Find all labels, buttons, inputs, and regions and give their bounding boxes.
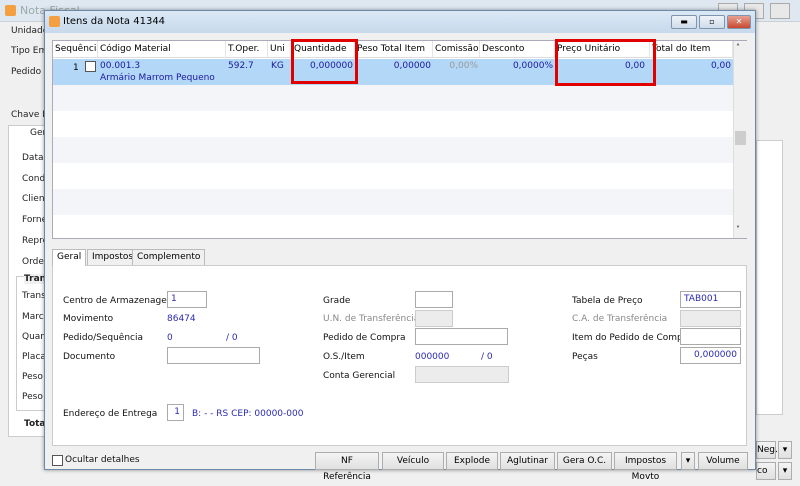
empty-row bbox=[53, 137, 733, 163]
parent-label: Data bbox=[22, 153, 44, 163]
grade-input[interactable] bbox=[415, 291, 453, 308]
parent-label: Pedido bbox=[11, 67, 42, 77]
ocultar-detalhes-checkbox[interactable] bbox=[52, 455, 63, 466]
gera-oc-button[interactable]: Gera O.C. bbox=[557, 452, 612, 470]
tab-impostos[interactable]: Impostos bbox=[87, 249, 139, 265]
label-os-item: O.S./Item bbox=[323, 352, 365, 362]
cell-comissao: 0,00% bbox=[449, 61, 478, 71]
parent-neg-button[interactable]: Neg. bbox=[756, 441, 778, 459]
ocultar-detalhes-label[interactable]: Ocultar detalhes bbox=[65, 455, 140, 465]
ca-transferencia-input bbox=[680, 310, 741, 327]
label-grade: Grade bbox=[323, 296, 351, 306]
label-un-transferencia: U.N. de Transferência bbox=[323, 314, 420, 324]
cell-descricao: Armário Marrom Pequeno bbox=[100, 73, 215, 83]
label-pecas: Peças bbox=[572, 352, 598, 362]
items-dialog: Itens da Nota 41344 ▬ ▫ ✕ Sequência Códi… bbox=[44, 10, 756, 482]
empty-row bbox=[53, 85, 733, 111]
explode-button[interactable]: Explode bbox=[446, 452, 498, 470]
cell-toper: 592.7 bbox=[228, 61, 254, 71]
endereco-value: B: - - RS CEP: 00000-000 bbox=[192, 409, 304, 419]
parent-dropdown-button[interactable]: ▾ bbox=[778, 441, 792, 459]
dialog-title-bar: Itens da Nota 41344 ▬ ▫ ✕ bbox=[45, 11, 755, 33]
pedido-value: 0 bbox=[167, 333, 173, 343]
parent-label: Tota bbox=[24, 419, 46, 429]
column-header-codigo[interactable]: Código Material bbox=[98, 41, 226, 58]
movimento-value: 86474 bbox=[167, 314, 196, 324]
un-transferencia-input bbox=[415, 310, 453, 327]
cell-desconto: 0,0000% bbox=[512, 61, 553, 71]
scrollbar-thumb[interactable] bbox=[735, 131, 746, 145]
row-checkbox[interactable] bbox=[85, 61, 96, 72]
parent-group-title: Tran bbox=[24, 274, 47, 284]
cell-sequencia: 1 bbox=[73, 63, 79, 73]
centro-input[interactable]: 1 bbox=[167, 291, 207, 308]
pecas-input[interactable]: 0,000000 bbox=[680, 347, 741, 364]
app-icon bbox=[5, 5, 16, 16]
label-ca-transferencia: C.A. de Transferência bbox=[572, 314, 668, 324]
aglutinar-button[interactable]: Aglutinar bbox=[500, 452, 555, 470]
column-header-total[interactable]: Total do Item bbox=[650, 41, 733, 58]
pedido-compra-input[interactable] bbox=[415, 328, 508, 345]
label-pedido-sequencia: Pedido/Sequência bbox=[63, 333, 143, 343]
dialog-title: Itens da Nota 41344 bbox=[63, 16, 166, 27]
column-header-comissao[interactable]: Comissão bbox=[433, 41, 480, 58]
parent-close-button[interactable] bbox=[770, 3, 790, 19]
cell-total: 0,00 bbox=[710, 61, 731, 71]
endereco-input[interactable]: 1 bbox=[167, 404, 184, 421]
cell-codigo: 00.001.3 bbox=[100, 61, 141, 71]
tabela-preco-input[interactable]: TAB001 bbox=[680, 291, 741, 308]
os-value: 000000 bbox=[415, 352, 450, 362]
parent-right-panel bbox=[756, 140, 783, 415]
label-tabela-preco: Tabela de Preço bbox=[572, 296, 643, 306]
parent-dropdown-button[interactable]: ▾ bbox=[778, 462, 792, 480]
label-documento: Documento bbox=[63, 352, 116, 362]
parent-label: Unidade bbox=[11, 26, 49, 36]
parent-label: Quan bbox=[22, 332, 47, 342]
highlight-preco bbox=[555, 39, 656, 86]
item-pedido-compra-input[interactable] bbox=[680, 328, 741, 345]
sequencia-value: / 0 bbox=[226, 333, 238, 343]
app-icon bbox=[49, 16, 60, 27]
minimize-button[interactable]: ▬ bbox=[671, 15, 697, 29]
impostos-movto-button[interactable]: Impostos Movto bbox=[614, 452, 677, 482]
column-header-sequencia[interactable]: Sequência bbox=[53, 41, 98, 58]
label-endereco: Endereço de Entrega bbox=[63, 409, 158, 419]
column-header-uni[interactable]: Uni bbox=[268, 41, 292, 58]
close-button[interactable]: ✕ bbox=[727, 15, 751, 29]
empty-row bbox=[53, 189, 733, 215]
maximize-button[interactable]: ▫ bbox=[699, 15, 725, 29]
scroll-down-icon[interactable]: ˅ bbox=[736, 225, 740, 234]
label-centro: Centro de Armazenagem bbox=[63, 296, 176, 306]
column-header-peso[interactable]: Peso Total Item bbox=[355, 41, 433, 58]
parent-label: Placa bbox=[22, 352, 46, 362]
more-dropdown-button[interactable]: ▾ bbox=[681, 452, 695, 470]
nf-referencia-button[interactable]: NF Referência bbox=[315, 452, 379, 482]
documento-input[interactable] bbox=[167, 347, 260, 364]
cell-peso: 0,00000 bbox=[393, 61, 431, 71]
parent-label: Peso bbox=[22, 372, 43, 382]
column-header-desconto[interactable]: Desconto bbox=[480, 41, 555, 58]
cell-uni: KG bbox=[271, 61, 284, 71]
tab-complemento[interactable]: Complemento bbox=[132, 249, 206, 265]
veiculo-button[interactable]: Veículo bbox=[382, 452, 444, 470]
label-pedido-compra: Pedido de Compra bbox=[323, 333, 406, 343]
label-item-pedido-compra: Item do Pedido de Compra bbox=[572, 333, 692, 343]
volume-button[interactable]: Volume bbox=[698, 452, 748, 470]
vertical-scrollbar[interactable]: ˄ ˅ bbox=[733, 41, 747, 238]
label-movimento: Movimento bbox=[63, 314, 114, 324]
label-conta-gerencial: Conta Gerencial bbox=[323, 371, 396, 381]
column-header-toper[interactable]: T.Oper. bbox=[226, 41, 268, 58]
scroll-up-icon[interactable]: ˄ bbox=[736, 43, 740, 52]
tab-panel-geral: Centro de Armazenagem 1 Movimento 86474 … bbox=[52, 265, 747, 446]
tab-geral[interactable]: Geral bbox=[52, 249, 87, 266]
os-item-value: / 0 bbox=[481, 352, 493, 362]
conta-gerencial-input bbox=[415, 366, 509, 383]
parent-button[interactable]: co bbox=[756, 462, 776, 480]
parent-label: Peso bbox=[22, 392, 43, 402]
parent-label: Trans bbox=[22, 291, 46, 301]
highlight-quantidade bbox=[291, 39, 358, 84]
items-grid[interactable]: Sequência Código Material T.Oper. Uni Qu… bbox=[52, 39, 747, 239]
